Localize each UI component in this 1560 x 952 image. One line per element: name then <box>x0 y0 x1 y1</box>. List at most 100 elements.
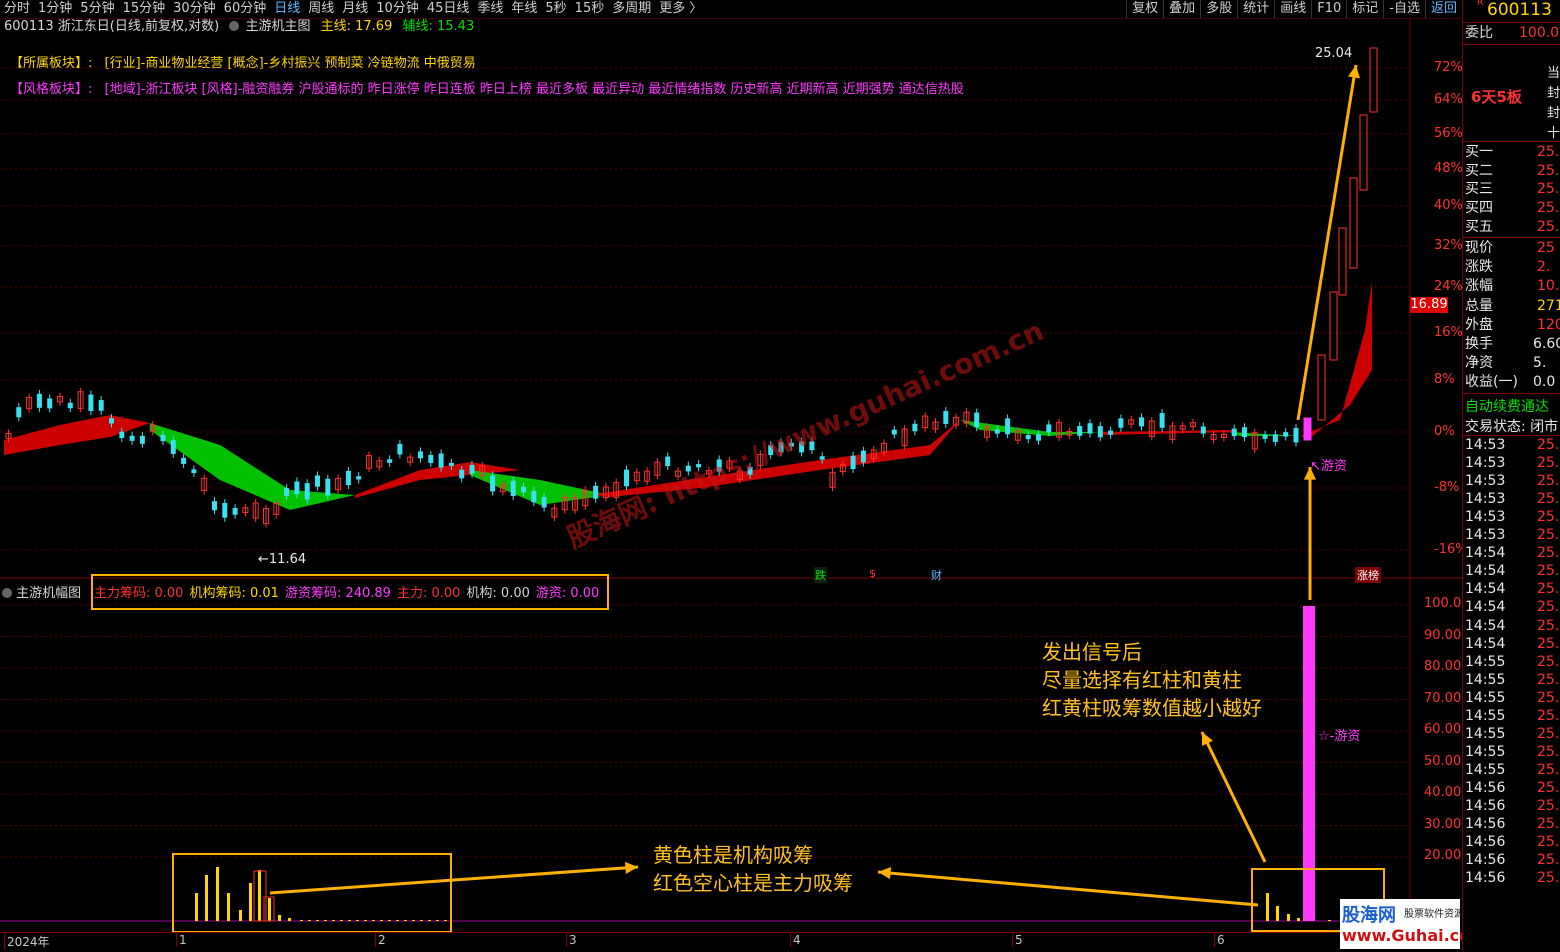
candle-body-down <box>181 457 187 464</box>
month-label: 4 <box>790 933 801 947</box>
candle-body-down <box>665 456 671 467</box>
price-axis-label: 8% <box>1434 372 1455 387</box>
annotation-bottom-line-2: 红色空心柱是主力吸筹 <box>653 871 853 895</box>
arrow-to-advice <box>1200 731 1267 863</box>
sub-scale-label: 30.00 <box>1424 816 1462 832</box>
logo-main-text: 股海网 <box>1342 905 1396 926</box>
arrow-yellow-note-head <box>624 861 638 874</box>
tab-8[interactable]: 月线 <box>338 0 372 18</box>
price-axis-label: 40% <box>1434 198 1463 213</box>
sub-indicator-dropdown-icon[interactable] <box>2 588 12 598</box>
tool-button-5[interactable]: F10 <box>1311 0 1346 18</box>
candle-body-down <box>1036 434 1041 441</box>
event-dollar[interactable]: $ <box>869 567 876 580</box>
event-limit-up-list[interactable]: 涨榜 <box>1355 567 1381 583</box>
candle-body-down <box>1231 428 1237 437</box>
tab-0[interactable]: 分时 <box>0 0 34 18</box>
candle-body-down <box>531 490 537 503</box>
signal-label-sub: ☆-游资 <box>1318 729 1361 744</box>
tab-7[interactable]: 周线 <box>304 0 338 18</box>
stat-label: 总量 <box>1465 297 1493 314</box>
candle-body-down <box>1200 426 1206 434</box>
price-axis-label: 64% <box>1434 92 1463 107</box>
tool-button-2[interactable]: 多股 <box>1200 0 1237 18</box>
tab-14[interactable]: 15秒 <box>571 0 609 18</box>
tool-button-6[interactable]: 标记 <box>1346 0 1383 18</box>
tool-button-0[interactable]: 复权 <box>1126 0 1163 18</box>
tick-time: 14:56 <box>1465 798 1506 814</box>
tick-price: 25. <box>1537 617 1560 634</box>
tool-button-3[interactable]: 统计 <box>1237 0 1274 18</box>
stat-value: 0.0 <box>1533 374 1556 391</box>
period-tabs: 分时 1分钟 5分钟 15分钟 30分钟 60分钟 日线 周线 月线 10分钟 45日线 季线 年线 5秒… <box>0 0 706 18</box>
stat-value: 2. <box>1537 259 1551 276</box>
month-label: 1 <box>176 933 187 947</box>
stat-value: 1206 <box>1537 316 1560 333</box>
sub-scale-label: 90.00 <box>1424 627 1462 643</box>
candle-body-down <box>469 464 475 474</box>
sub-value-0: 主力筹码: 0.00 <box>94 586 184 601</box>
tab-6[interactable]: 日线 <box>270 0 304 18</box>
tab-15[interactable]: 多周期 <box>608 0 655 18</box>
stat-value: 25 <box>1537 240 1555 256</box>
candle-body-down <box>1025 434 1031 440</box>
month-label: 6 <box>1214 933 1225 947</box>
tab-1[interactable]: 1分钟 <box>34 0 76 18</box>
event-drop[interactable]: 跌 <box>814 567 827 583</box>
board-side-char: 当 <box>1547 66 1560 81</box>
candle-body-down <box>428 454 434 463</box>
rights-badge: R <box>1477 0 1484 8</box>
logo-sub-text: 股票软件资源分享 <box>1404 909 1460 920</box>
tick-price: 25. <box>1537 870 1560 887</box>
tick-price: 25. <box>1537 725 1560 742</box>
tab-12[interactable]: 年线 <box>507 0 541 18</box>
tab-11[interactable]: 季线 <box>473 0 507 18</box>
sub-value-4: 机构: 0.00 <box>466 586 530 601</box>
tab-10[interactable]: 45日线 <box>423 0 474 18</box>
sub-scale-axis: 100.00 90.00 80.00 70.00 60.00 50.00 40.00 30.0… <box>1412 590 1470 890</box>
candle-body-down <box>1087 423 1093 434</box>
tick-time: 14:56 <box>1465 834 1506 851</box>
candle-body-down <box>541 496 547 508</box>
tab-16[interactable]: 更多 〉 <box>655 0 706 18</box>
tick-time: 14:55 <box>1465 653 1506 670</box>
tab-2[interactable]: 5分钟 <box>76 0 118 18</box>
tick-time: 14:56 <box>1465 816 1506 833</box>
annotation-top-line-3: 红黄柱吸筹数值越小越好 <box>1042 696 1262 720</box>
tool-button-1[interactable]: 叠加 <box>1163 0 1200 18</box>
candle-body-down <box>36 393 42 408</box>
candle-body-down <box>284 488 290 497</box>
candle-body-down <box>521 486 526 493</box>
board-count-label: 6天5板 <box>1471 88 1522 106</box>
tool-button-4[interactable]: 画线 <box>1274 0 1311 18</box>
limit-up-candle <box>1359 114 1368 191</box>
stat-label: 换手 <box>1465 336 1493 352</box>
limit-up-candle <box>1329 291 1338 361</box>
tab-9[interactable]: 10分钟 <box>372 0 423 18</box>
candle-body-down <box>1262 434 1268 439</box>
stat-label: 外盘 <box>1465 316 1493 333</box>
tab-5[interactable]: 60分钟 <box>220 0 271 18</box>
candle-body-down <box>294 481 300 495</box>
limit-up-candle <box>1369 47 1378 113</box>
tab-4[interactable]: 30分钟 <box>169 0 220 18</box>
sub-indicator-name[interactable]: 主游机幅图 <box>16 586 81 601</box>
tab-13[interactable]: 5秒 <box>541 0 570 18</box>
event-finance[interactable]: 财 <box>931 567 942 583</box>
stock-code: 600113 <box>1487 0 1552 20</box>
candle-body-down <box>139 435 145 444</box>
tick-time: 14:55 <box>1465 761 1506 778</box>
candle-body-down <box>819 456 825 460</box>
auto-renew-banner[interactable]: 自动续费通达 <box>1465 396 1549 416</box>
buy-level-price: 25. <box>1537 144 1560 160</box>
tick-time: 14:53 <box>1465 455 1506 472</box>
candle-body-down <box>212 501 217 511</box>
candle-body-down <box>490 475 496 492</box>
tick-price: 25. <box>1537 527 1560 544</box>
tick-price: 25. <box>1537 455 1560 472</box>
tab-3[interactable]: 15分钟 <box>119 0 170 18</box>
candle-body-down <box>1242 427 1247 438</box>
candle-body-down <box>387 459 393 463</box>
tick-time: 14:53 <box>1465 527 1506 544</box>
candle-body-down <box>1118 418 1124 428</box>
